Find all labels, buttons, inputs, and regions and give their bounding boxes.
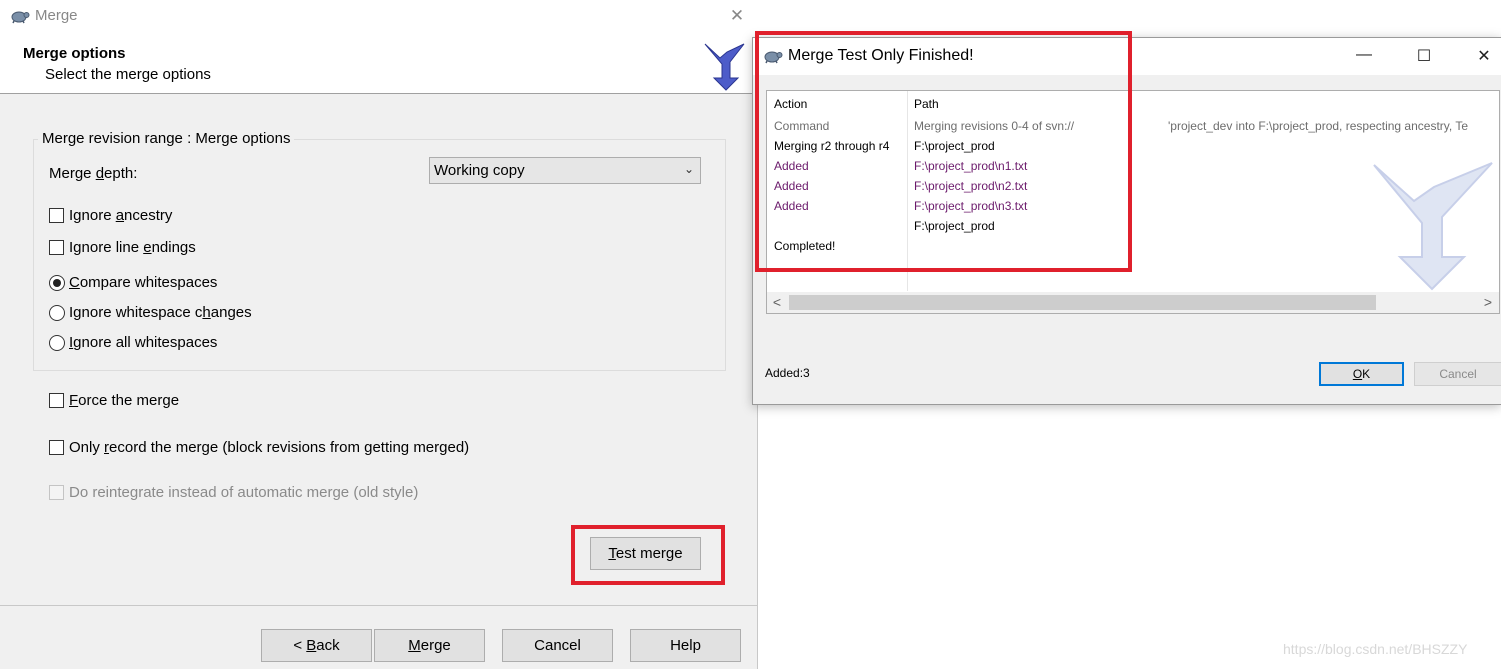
- merge-arrow-watermark-icon: [1372, 161, 1498, 298]
- ignore-whitespace-changes-radio[interactable]: [49, 305, 65, 321]
- log-action: Added: [774, 179, 809, 193]
- scroll-left-icon[interactable]: <: [769, 294, 785, 310]
- test-merge-button[interactable]: Test merge: [590, 537, 701, 570]
- tortoise-icon: [763, 48, 783, 69]
- cancel-button[interactable]: Cancel: [502, 629, 613, 662]
- merge-log-list[interactable]: Action Path Command Merging revisions 0-…: [766, 90, 1500, 314]
- log-action: Command: [774, 119, 830, 133]
- compare-whitespaces-label[interactable]: Compare whitespaces: [69, 274, 217, 291]
- close-icon[interactable]: ✕: [1473, 46, 1495, 66]
- ignore-whitespace-changes-label[interactable]: Ignore whitespace changes: [69, 304, 252, 321]
- only-record-merge-checkbox[interactable]: [49, 440, 64, 455]
- page-subtitle: Select the merge options: [45, 66, 211, 83]
- result-window-title: Merge Test Only Finished!: [788, 47, 974, 64]
- reintegrate-checkbox: [49, 485, 64, 500]
- force-merge-label[interactable]: Force the merge: [69, 392, 179, 409]
- log-path-extra: 'project_dev into F:\project_prod, respe…: [1168, 119, 1469, 133]
- log-path: F:\project_prod\n1.txt: [914, 159, 1028, 173]
- ignore-ancestry-label[interactable]: Ignore ancestry: [69, 207, 172, 224]
- merge-wizard-window: Merge ✕ Merge options Select the merge o…: [0, 0, 758, 669]
- chevron-down-icon: ⌄: [683, 162, 694, 176]
- horizontal-scrollbar[interactable]: < >: [767, 292, 1499, 313]
- log-action: Completed!: [774, 239, 836, 253]
- help-button[interactable]: Help: [630, 629, 741, 662]
- log-path: F:\project_prod: [914, 219, 995, 233]
- log-action: Merging r2 through r4: [774, 139, 890, 153]
- summary-text: Added:3: [765, 366, 810, 380]
- merge-depth-value: Working copy: [434, 162, 525, 179]
- result-title-bar: Merge Test Only Finished! — ☐ ✕: [753, 38, 1501, 75]
- column-divider: [907, 91, 908, 291]
- log-path: F:\project_prod\n2.txt: [914, 179, 1028, 193]
- log-action: Added: [774, 199, 809, 213]
- log-action: Added: [774, 159, 809, 173]
- window-title: Merge: [35, 7, 78, 24]
- log-path: F:\project_prod\n3.txt: [914, 199, 1028, 213]
- close-icon[interactable]: ✕: [727, 6, 747, 26]
- ignore-all-whitespaces-label[interactable]: Ignore all whitespaces: [69, 334, 217, 351]
- column-header-action[interactable]: Action: [774, 97, 807, 111]
- merge-result-window: Merge Test Only Finished! — ☐ ✕ Action P…: [752, 37, 1501, 405]
- radio-selected-dot: [53, 279, 61, 287]
- wizard-header: Merge options Select the merge options: [0, 33, 758, 94]
- merge-depth-select[interactable]: Working copy ⌄: [429, 157, 701, 184]
- minimize-icon[interactable]: —: [1353, 46, 1375, 64]
- only-record-merge-label[interactable]: Only record the merge (block revisions f…: [69, 439, 469, 456]
- scrollbar-thumb[interactable]: [789, 295, 1376, 310]
- ignore-ancestry-checkbox[interactable]: [49, 208, 64, 223]
- compare-whitespaces-radio[interactable]: [49, 275, 65, 291]
- result-cancel-button: Cancel: [1414, 362, 1501, 386]
- merge-title-bar: Merge ✕: [0, 0, 758, 33]
- group-legend: Merge revision range : Merge options: [38, 130, 295, 147]
- ok-button[interactable]: OK: [1319, 362, 1404, 386]
- merge-depth-label: Merge depth:: [49, 165, 138, 182]
- force-merge-checkbox[interactable]: [49, 393, 64, 408]
- reintegrate-label: Do reintegrate instead of automatic merg…: [69, 484, 419, 501]
- page-title: Merge options: [23, 45, 126, 62]
- ignore-line-endings-label[interactable]: Ignore line endings: [69, 239, 196, 256]
- watermark-url: https://blog.csdn.net/BHSZZY: [1283, 641, 1468, 657]
- log-path: Merging revisions 0-4 of svn://: [914, 119, 1075, 133]
- back-button[interactable]: < Back: [261, 629, 372, 662]
- merge-button[interactable]: Merge: [374, 629, 485, 662]
- ignore-all-whitespaces-radio[interactable]: [49, 335, 65, 351]
- log-path: F:\project_prod: [914, 139, 995, 153]
- column-header-path[interactable]: Path: [914, 97, 939, 111]
- merge-arrow-logo-icon: [700, 38, 754, 97]
- scroll-right-icon[interactable]: >: [1480, 294, 1496, 310]
- tortoise-icon: [10, 8, 30, 29]
- maximize-icon[interactable]: ☐: [1413, 46, 1435, 66]
- ignore-line-endings-checkbox[interactable]: [49, 240, 64, 255]
- footer-divider: [0, 605, 758, 606]
